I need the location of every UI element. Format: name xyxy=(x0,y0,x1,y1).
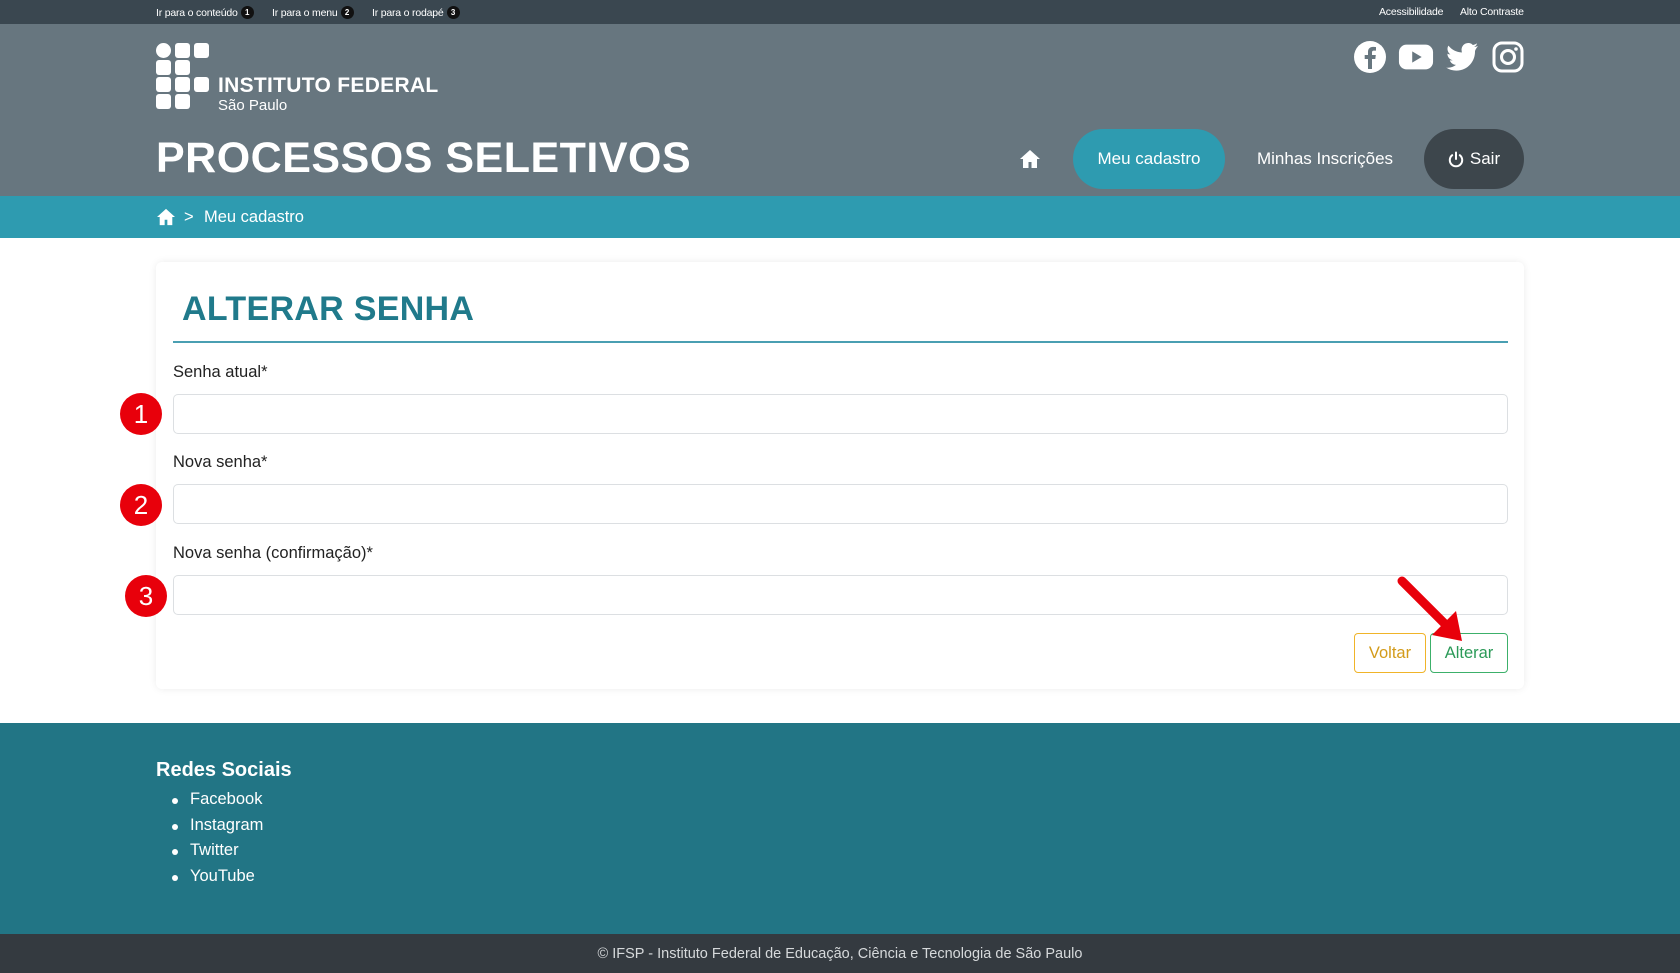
ifsp-logo[interactable] xyxy=(156,43,210,111)
shortcut-badge: 3 xyxy=(446,6,460,19)
nav-meu-cadastro[interactable]: Meu cadastro xyxy=(1073,129,1225,189)
institution-name: INSTITUTO FEDERAL xyxy=(218,74,439,97)
step-marker-2: 2 xyxy=(120,484,162,526)
footer-link-instagram[interactable]: Instagram xyxy=(190,816,263,834)
institution-campus: São Paulo xyxy=(218,97,288,114)
skip-link-label: Ir para o conteúdo xyxy=(156,6,238,19)
skip-link-label: Ir para o rodapé xyxy=(372,6,444,19)
social-links-list: Facebook Instagram Twitter YouTube xyxy=(171,790,263,892)
breadcrumb-home-icon[interactable] xyxy=(156,208,176,231)
current-password-input[interactable] xyxy=(173,394,1508,434)
footer-title: Redes Sociais xyxy=(156,759,292,781)
confirm-password-input[interactable] xyxy=(173,575,1508,615)
logout-label: Sair xyxy=(1469,149,1501,168)
footer-link-twitter[interactable]: Twitter xyxy=(190,841,239,859)
change-password-card: ALTERAR SENHA Senha atual* Nova senha* N… xyxy=(156,262,1524,689)
copyright-text: © IFSP - Instituto Federal de Educação, … xyxy=(597,945,1083,962)
breadcrumb-separator: > xyxy=(184,208,194,226)
breadcrumb-current: Meu cadastro xyxy=(204,208,304,226)
skip-to-footer-link[interactable]: Ir para o rodapé 3 xyxy=(372,6,460,19)
site-header: INSTITUTO FEDERAL São Paulo PROCESSOS SE… xyxy=(0,24,1680,196)
twitter-icon[interactable] xyxy=(1444,39,1480,75)
step-marker-3: 3 xyxy=(125,575,167,617)
youtube-icon[interactable] xyxy=(1398,39,1434,75)
red-arrow-icon xyxy=(1397,576,1462,641)
power-icon xyxy=(1448,151,1464,167)
high-contrast-link[interactable]: Alto Contraste xyxy=(1460,6,1524,18)
new-password-label: Nova senha* xyxy=(173,453,268,471)
shortcut-badge: 1 xyxy=(240,6,254,19)
form-title: ALTERAR SENHA xyxy=(182,290,475,328)
new-password-input[interactable] xyxy=(173,484,1508,524)
footer-link-youtube[interactable]: YouTube xyxy=(190,867,255,885)
skip-to-content-link[interactable]: Ir para o conteúdo 1 xyxy=(156,6,254,19)
facebook-icon[interactable] xyxy=(1352,39,1388,75)
current-password-label: Senha atual* xyxy=(173,363,268,381)
skip-to-menu-link[interactable]: Ir para o menu 2 xyxy=(272,6,354,19)
skip-link-label: Ir para o menu xyxy=(272,6,338,19)
nav-home-icon[interactable] xyxy=(1012,145,1048,173)
accessibility-bar: Ir para o conteúdo 1 Ir para o menu 2 Ir… xyxy=(0,0,1680,24)
shortcut-badge: 2 xyxy=(340,6,354,19)
step-marker-1: 1 xyxy=(120,393,162,435)
instagram-icon[interactable] xyxy=(1490,39,1526,75)
accessibility-link[interactable]: Acessibilidade xyxy=(1379,6,1444,18)
title-divider xyxy=(173,341,1508,343)
breadcrumb: > Meu cadastro xyxy=(0,196,1680,238)
copyright-bar: © IFSP - Instituto Federal de Educação, … xyxy=(0,934,1680,973)
footer-link-facebook[interactable]: Facebook xyxy=(190,790,262,808)
site-footer: Redes Sociais Facebook Instagram Twitter… xyxy=(0,723,1680,934)
logout-button[interactable]: Sair xyxy=(1424,129,1524,189)
page-title: PROCESSOS SELETIVOS xyxy=(156,134,692,182)
confirm-password-label: Nova senha (confirmação)* xyxy=(173,544,373,562)
social-icons xyxy=(1352,39,1526,75)
nav-minhas-inscricoes[interactable]: Minhas Inscrições xyxy=(1245,129,1405,189)
